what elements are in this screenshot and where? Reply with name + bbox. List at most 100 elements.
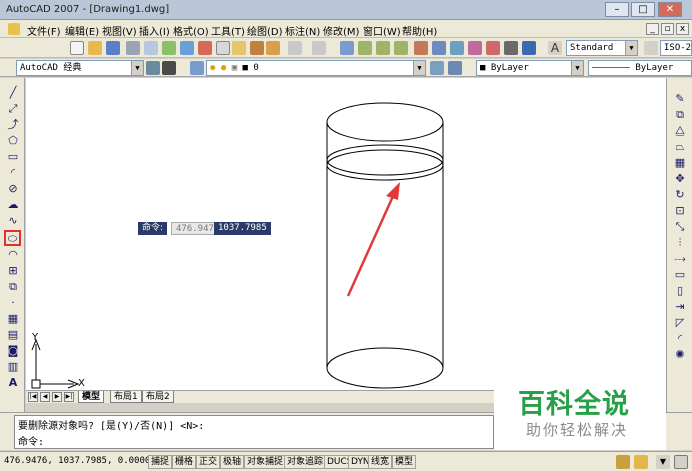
layer-previous-icon[interactable] (448, 61, 462, 75)
trim-icon[interactable]: ⫶ (673, 236, 687, 250)
color-select[interactable]: ■ ByLayer ▼ (476, 60, 584, 76)
text-style-icon[interactable]: A (548, 41, 562, 55)
fillet-icon[interactable]: ◜ (673, 332, 687, 346)
maximize-button[interactable]: □ (631, 2, 655, 17)
region-icon[interactable]: ◙ (6, 344, 20, 358)
publish-icon[interactable] (162, 41, 176, 55)
match-properties-icon[interactable] (250, 41, 264, 55)
break-icon[interactable]: ▯ (673, 284, 687, 298)
workspace-select[interactable]: AutoCAD 经典 ▼ (16, 60, 144, 76)
menu-insert[interactable]: 插入(I) (139, 23, 170, 38)
new-file-icon[interactable] (70, 41, 84, 55)
model-toggle[interactable]: 模型 (392, 455, 417, 469)
tab-first-button[interactable]: |◀ (28, 392, 38, 402)
communication-center-icon[interactable] (616, 455, 630, 469)
drawing-canvas[interactable]: Y X (26, 78, 666, 390)
sheet-set-icon[interactable] (468, 41, 482, 55)
menu-tools[interactable]: 工具(T) (211, 23, 245, 38)
properties-icon[interactable] (414, 41, 428, 55)
array-icon[interactable]: ▦ (673, 156, 687, 170)
zoom-previous-icon[interactable] (394, 41, 408, 55)
tab-model[interactable]: 模型 (78, 391, 105, 403)
rotate-icon[interactable]: ↻ (673, 188, 687, 202)
make-block-icon[interactable]: ⧉ (6, 280, 20, 294)
menu-view[interactable]: 视图(V) (102, 23, 137, 38)
menu-dimension[interactable]: 标注(N) (285, 23, 320, 38)
join-icon[interactable]: ⇥ (673, 300, 687, 314)
make-current-icon[interactable] (430, 61, 444, 75)
polar-toggle[interactable]: 极轴 (220, 455, 245, 469)
osnap-toggle[interactable]: 对象捕捉 (244, 455, 287, 469)
open-file-icon[interactable] (88, 41, 102, 55)
ellipse-arc-icon[interactable]: ◠ (6, 248, 20, 262)
chamfer-icon[interactable]: ◸ (673, 316, 687, 330)
explode-icon[interactable]: ✺ (673, 348, 687, 362)
cut-icon[interactable] (198, 41, 212, 55)
arc-icon[interactable]: ◜ (6, 166, 20, 180)
construction-line-icon[interactable]: ⤢ (6, 102, 20, 116)
gradient-icon[interactable]: ▤ (6, 328, 20, 342)
mirror-icon[interactable]: ⧋ (673, 124, 687, 138)
layer-manager-icon[interactable] (190, 61, 204, 75)
clean-screen-icon[interactable] (674, 455, 688, 469)
redo-icon[interactable] (312, 41, 326, 55)
linetype-select[interactable]: ——————— ByLayer (588, 60, 692, 76)
multiline-text-icon[interactable]: A (6, 376, 20, 390)
tab-layout2[interactable]: 布局2 (142, 391, 174, 403)
polyline-icon[interactable]: ⤴ (6, 118, 20, 132)
etransmit-icon[interactable] (180, 41, 194, 55)
extend-icon[interactable]: ⤏ (673, 252, 687, 266)
markup-icon[interactable] (486, 41, 500, 55)
hatch-icon[interactable]: ▦ (6, 312, 20, 326)
design-center-icon[interactable] (432, 41, 446, 55)
revision-cloud-icon[interactable]: ☁ (6, 198, 20, 212)
copy-object-icon[interactable]: ⧉ (673, 108, 687, 122)
tool-palettes-icon[interactable] (450, 41, 464, 55)
insert-block-icon[interactable]: ⊞ (6, 264, 20, 278)
close-button[interactable]: ✕ (658, 2, 682, 17)
move-icon[interactable]: ✥ (673, 172, 687, 186)
rectangle-icon[interactable]: ▭ (6, 150, 20, 164)
snap-toggle[interactable]: 捕捉 (148, 455, 173, 469)
scale-icon[interactable]: ⊡ (673, 204, 687, 218)
command-prompt[interactable]: 命令: (18, 433, 44, 448)
print-icon[interactable] (126, 41, 140, 55)
line-tool-icon[interactable]: ╱ (6, 86, 20, 100)
dynamic-input-y[interactable]: 1037.7985 (214, 222, 271, 235)
copy-icon[interactable] (216, 41, 230, 55)
ortho-toggle[interactable]: 正交 (196, 455, 221, 469)
menu-modify[interactable]: 修改(M) (323, 23, 359, 38)
erase-icon[interactable]: ✎ (673, 92, 687, 106)
menu-file[interactable]: 文件(F) (27, 23, 61, 38)
help-icon[interactable] (522, 41, 536, 55)
my-workspace-icon[interactable] (162, 61, 176, 75)
zoom-realtime-icon[interactable] (358, 41, 372, 55)
dim-style-select[interactable]: ISO-25 (660, 40, 692, 56)
toolbar-lock-icon[interactable] (634, 455, 648, 469)
table-icon[interactable]: ▥ (6, 360, 20, 374)
save-icon[interactable] (106, 41, 120, 55)
otrack-toggle[interactable]: 对象追踪 (284, 455, 327, 469)
minimize-button[interactable]: – (605, 2, 629, 17)
menu-draw[interactable]: 绘图(D) (247, 23, 283, 38)
workspace-settings-icon[interactable] (146, 61, 160, 75)
text-style-select[interactable]: Standard ▼ (566, 40, 638, 56)
zoom-window-icon[interactable] (376, 41, 390, 55)
lineweight-toggle[interactable]: 线宽 (368, 455, 393, 469)
layer-select[interactable]: ◉ ● ▣ ■ 0 ▼ (206, 60, 426, 76)
menu-format[interactable]: 格式(O) (173, 23, 209, 38)
paste-icon[interactable] (232, 41, 246, 55)
grid-toggle[interactable]: 栅格 (172, 455, 197, 469)
spline-icon[interactable]: ∿ (6, 214, 20, 228)
menu-window[interactable]: 窗口(W) (363, 23, 401, 38)
break-at-point-icon[interactable]: ▭ (673, 268, 687, 282)
stretch-icon[interactable]: ⤡ (673, 220, 687, 234)
doc-restore-button[interactable]: ▫ (661, 23, 674, 35)
tab-prev-button[interactable]: ◀ (40, 392, 50, 402)
plot-preview-icon[interactable] (144, 41, 158, 55)
pan-icon[interactable] (340, 41, 354, 55)
menu-help[interactable]: 帮助(H) (402, 23, 437, 38)
tab-layout1[interactable]: 布局1 (110, 391, 142, 403)
block-editor-icon[interactable] (266, 41, 280, 55)
status-menu-icon[interactable]: ▼ (656, 455, 670, 469)
